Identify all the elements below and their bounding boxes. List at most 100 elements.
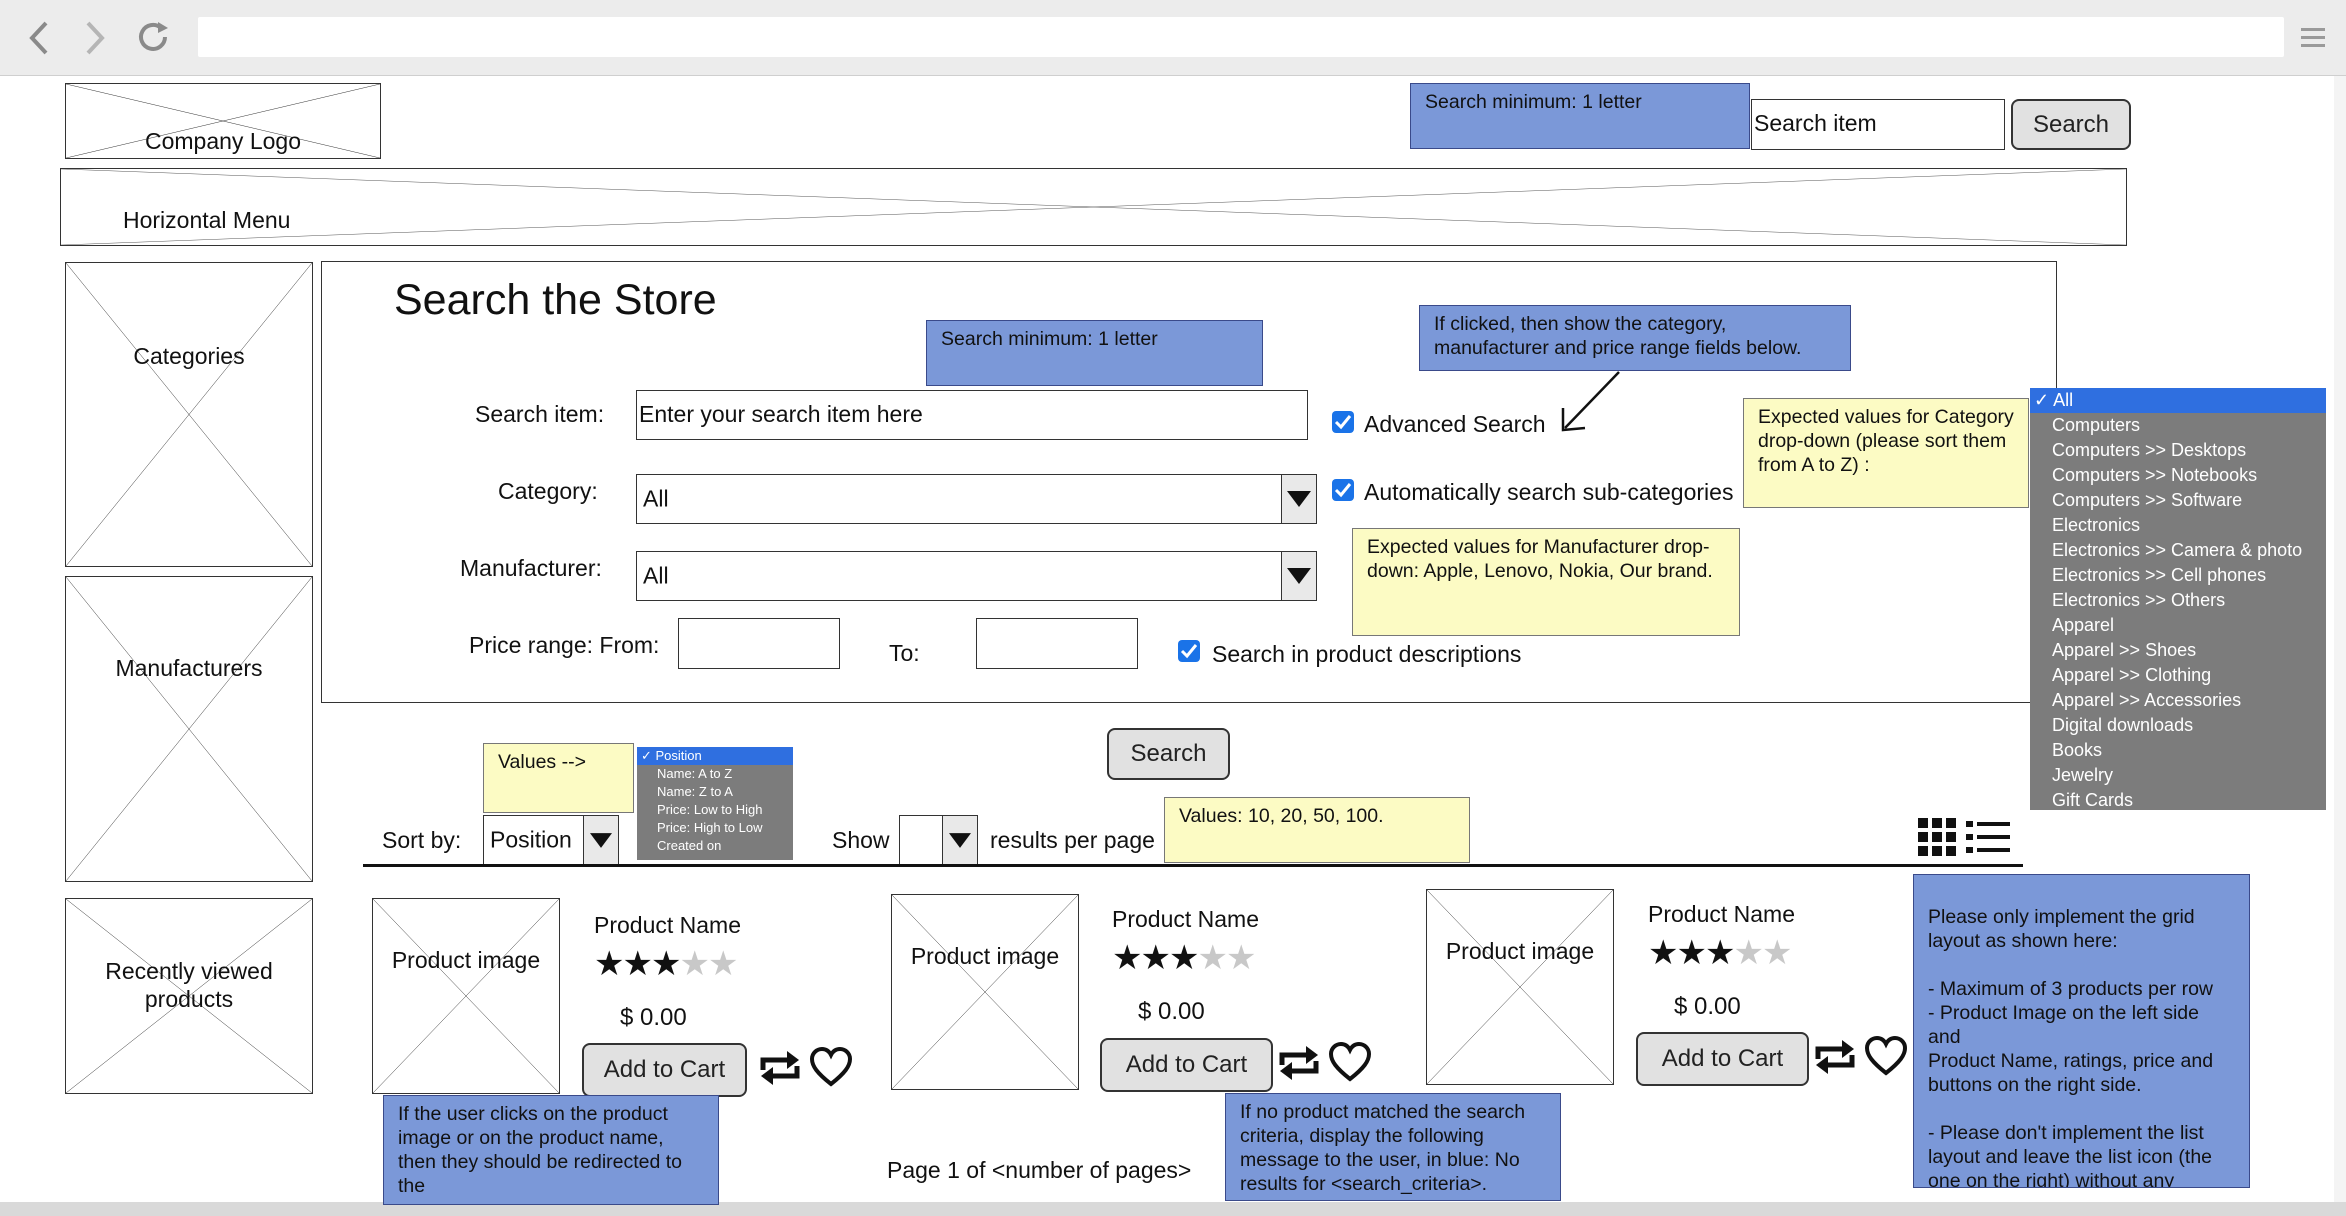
chevron-down-icon[interactable] <box>942 816 977 864</box>
category-option[interactable]: Jewelry <box>2030 763 2326 788</box>
product-name[interactable]: Product Name <box>594 912 741 939</box>
product-image-label: Product image <box>910 943 1060 969</box>
category-option[interactable]: Electronics >> Camera & photo <box>2030 538 2326 563</box>
advanced-search-checkbox[interactable] <box>1332 411 1354 433</box>
product-image[interactable]: Product image <box>372 898 560 1094</box>
per-page-select[interactable] <box>899 815 978 865</box>
category-option[interactable]: Apparel >> Accessories <box>2030 688 2326 713</box>
star-filled-icon: ★ <box>622 945 653 983</box>
grid-layout-note-text: Please only implement the grid layout as… <box>1928 906 2214 1188</box>
category-select-value: All <box>643 485 669 512</box>
search-item-input[interactable]: Enter your search item here <box>636 390 1308 440</box>
category-option[interactable]: Apparel <box>2030 613 2326 638</box>
reload-icon[interactable] <box>134 18 172 56</box>
category-option[interactable]: Digital downloads <box>2030 713 2326 738</box>
auto-subcategories-checkbox[interactable] <box>1332 479 1354 501</box>
product-name[interactable]: Product Name <box>1648 901 1795 928</box>
chevron-down-icon[interactable] <box>1281 552 1316 600</box>
category-option[interactable]: ✓ All <box>2030 388 2326 413</box>
category-option[interactable]: Apparel >> Shoes <box>2030 638 2326 663</box>
star-empty-icon: ★ <box>1225 939 1257 977</box>
recently-viewed-block[interactable]: Recently viewed products <box>65 898 313 1094</box>
category-option[interactable]: Computers >> Software <box>2030 488 2326 513</box>
search-descriptions-checkbox[interactable] <box>1178 640 1200 662</box>
category-option[interactable]: Computers <box>2030 413 2326 438</box>
manufacturers-label: Manufacturers <box>115 655 263 681</box>
sort-option[interactable]: Price: Low to High <box>637 801 793 819</box>
star-filled-icon: ★ <box>650 945 682 983</box>
chevron-down-icon[interactable] <box>583 816 618 864</box>
checkmark-icon: ✓ <box>2034 390 2054 410</box>
category-values-note-text: Expected values for Category drop-down (… <box>1758 406 2014 476</box>
advanced-search-note: If clicked, then show the category, manu… <box>1419 305 1851 371</box>
hamburger-menu-icon[interactable] <box>2300 26 2326 50</box>
sort-options-list[interactable]: ✓ Position Name: A to Z Name: Z to A Price:… <box>637 747 793 860</box>
show-label: Show <box>832 827 890 853</box>
product-name[interactable]: Product Name <box>1112 906 1259 933</box>
sort-option[interactable]: Price: High to Low <box>637 819 793 837</box>
wishlist-heart-icon[interactable] <box>1328 1041 1372 1083</box>
manufacturer-values-note-text: Expected values for Manufacturer drop-do… <box>1367 536 1713 582</box>
category-option[interactable]: Books <box>2030 738 2326 763</box>
sort-option[interactable]: Created on <box>637 837 793 855</box>
product-image[interactable]: Product image <box>891 894 1079 1090</box>
star-empty-icon: ★ <box>1761 934 1793 972</box>
pagination-text: Page 1 of <number of pages> <box>887 1157 1192 1183</box>
compare-icon[interactable] <box>1812 1037 1858 1077</box>
sort-by-select[interactable]: Position <box>483 815 619 865</box>
list-view-icon[interactable] <box>1966 820 2010 854</box>
form-search-note: Search minimum: 1 letter <box>926 320 1263 386</box>
category-option[interactable]: Apparel >> Clothing <box>2030 663 2326 688</box>
sort-option-label: Price: High to Low <box>657 820 763 835</box>
manufacturers-block[interactable]: Manufacturers <box>65 576 313 882</box>
product-click-note-text: If the user clicks on the product image … <box>398 1103 683 1197</box>
sort-option[interactable]: Name: A to Z <box>637 765 793 783</box>
scrollbar-track[interactable] <box>2334 76 2346 1206</box>
chevron-down-icon[interactable] <box>1281 475 1316 523</box>
company-logo[interactable]: Company Logo <box>65 83 381 159</box>
sort-option-label: Price: Low to High <box>657 802 763 817</box>
wishlist-heart-icon[interactable] <box>809 1046 853 1088</box>
horizontal-menu-label: Horizontal Menu <box>123 207 291 233</box>
back-arrow-icon[interactable] <box>26 20 52 56</box>
compare-icon[interactable] <box>757 1048 803 1088</box>
add-to-cart-button[interactable]: Add to Cart <box>1636 1032 1809 1086</box>
sort-option[interactable]: Name: Z to A <box>637 783 793 801</box>
price-to-label: To: <box>889 640 920 666</box>
product-click-note: If the user clicks on the product image … <box>383 1095 719 1205</box>
sort-option[interactable]: ✓ Position <box>637 747 793 765</box>
grid-view-icon[interactable] <box>1918 818 1956 856</box>
category-dropdown-list[interactable]: ✓ All Computers Computers >> Desktops Compu… <box>2030 388 2326 810</box>
per-page-values-note: Values: 10, 20, 50, 100. <box>1164 797 1470 863</box>
product-image[interactable]: Product image <box>1426 889 1614 1085</box>
star-filled-icon: ★ <box>1704 934 1736 972</box>
manufacturer-select[interactable]: All <box>636 551 1317 601</box>
form-search-button[interactable]: Search <box>1107 728 1230 780</box>
category-option[interactable]: Electronics >> Others <box>2030 588 2326 613</box>
star-filled-icon: ★ <box>1168 939 1200 977</box>
category-option[interactable]: Gift Cards <box>2030 788 2326 813</box>
forward-arrow-icon[interactable] <box>82 20 108 56</box>
header-search-input[interactable]: Search item <box>1751 99 2005 150</box>
category-option[interactable]: Electronics <box>2030 513 2326 538</box>
category-select[interactable]: All <box>636 474 1317 524</box>
category-option[interactable]: Computers >> Notebooks <box>2030 463 2326 488</box>
no-results-note-text: If no product matched the search criteri… <box>1240 1101 1526 1195</box>
header-search-button[interactable]: Search <box>2011 99 2131 150</box>
price-to-input[interactable] <box>976 618 1138 669</box>
sort-option-label: Name: Z to A <box>657 784 733 799</box>
price-from-input[interactable] <box>678 618 840 669</box>
category-option[interactable]: Electronics >> Cell phones <box>2030 563 2326 588</box>
horizontal-menu[interactable]: Horizontal Menu <box>60 168 2127 246</box>
wishlist-heart-icon[interactable] <box>1864 1035 1908 1077</box>
add-to-cart-button[interactable]: Add to Cart <box>1100 1038 1273 1092</box>
compare-icon[interactable] <box>1276 1043 1322 1083</box>
star-empty-icon: ★ <box>707 945 739 983</box>
address-bar[interactable] <box>198 17 2284 57</box>
search-descriptions-label: Search in product descriptions <box>1212 641 1522 667</box>
category-option[interactable]: Computers >> Desktops <box>2030 438 2326 463</box>
category-values-note: Expected values for Category drop-down (… <box>1743 398 2029 508</box>
add-to-cart-button[interactable]: Add to Cart <box>582 1043 747 1097</box>
categories-block[interactable]: Categories <box>65 262 313 567</box>
sort-by-select-value: Position <box>490 826 572 853</box>
